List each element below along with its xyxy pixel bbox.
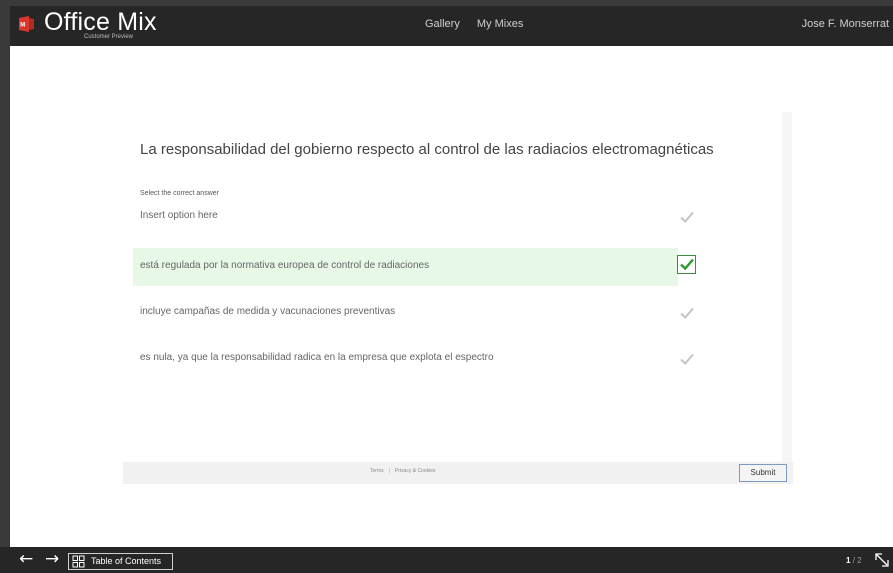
player-bar: ← → Table of Contents 1 / 2 [0,547,893,573]
option-label: está regulada por la normativa europea d… [140,260,430,271]
toc-label: Table of Contents [91,556,162,566]
current-page: 1 [846,556,851,565]
window-frame-left [0,0,10,573]
table-of-contents-button[interactable]: Table of Contents [68,553,173,570]
top-nav: Gallery My Mixes [425,18,537,30]
brand-title[interactable]: Office Mix [44,8,157,37]
svg-text:M: M [20,23,25,29]
option-label: incluye campañas de medida y vacunacione… [140,306,396,317]
footer-links: Terms | Privacy & Cookies [370,468,436,474]
option-label: Insert option here [140,210,218,221]
answer-option-2[interactable]: está regulada por la normativa europea d… [133,248,678,286]
footer-divider: | [388,468,390,474]
brand-subtitle: Customer Preview [84,34,134,40]
arrow-left-icon[interactable]: ← [19,551,33,568]
answer-option-1[interactable]: Insert option here [133,198,678,236]
terms-link[interactable]: Terms [370,468,384,474]
total-pages: / 2 [852,556,862,565]
page-indicator: 1 / 2 [846,556,862,565]
top-bar: M Office Mix Customer Preview Gallery My… [10,6,893,46]
nav-my-mixes[interactable]: My Mixes [477,18,523,30]
check-icon[interactable] [678,350,696,368]
check-icon [680,258,694,271]
nav-gallery[interactable]: Gallery [425,18,460,30]
option-label: es nula, ya que la responsabilidad radic… [140,352,494,363]
answer-option-3[interactable]: incluye campañas de medida y vacunacione… [133,294,678,332]
grid-icon [72,555,85,568]
arrow-right-icon[interactable]: → [45,551,59,568]
check-icon[interactable] [678,304,696,322]
expand-icon[interactable] [874,552,890,568]
slide-edge [782,112,792,464]
check-icon[interactable] [678,208,696,226]
slide-footer [123,462,793,484]
answer-option-4[interactable]: es nula, ya que la responsabilidad radic… [133,340,678,378]
question-title: La responsabilidad del gobierno respecto… [140,141,714,158]
answer-prompt: Select the correct answer [140,190,219,197]
office-mix-logo-icon[interactable]: M [17,15,37,33]
user-name[interactable]: Jose F. Monserrat [802,18,889,30]
submit-button[interactable]: Submit [739,464,787,482]
privacy-link[interactable]: Privacy & Cookies [395,468,436,474]
